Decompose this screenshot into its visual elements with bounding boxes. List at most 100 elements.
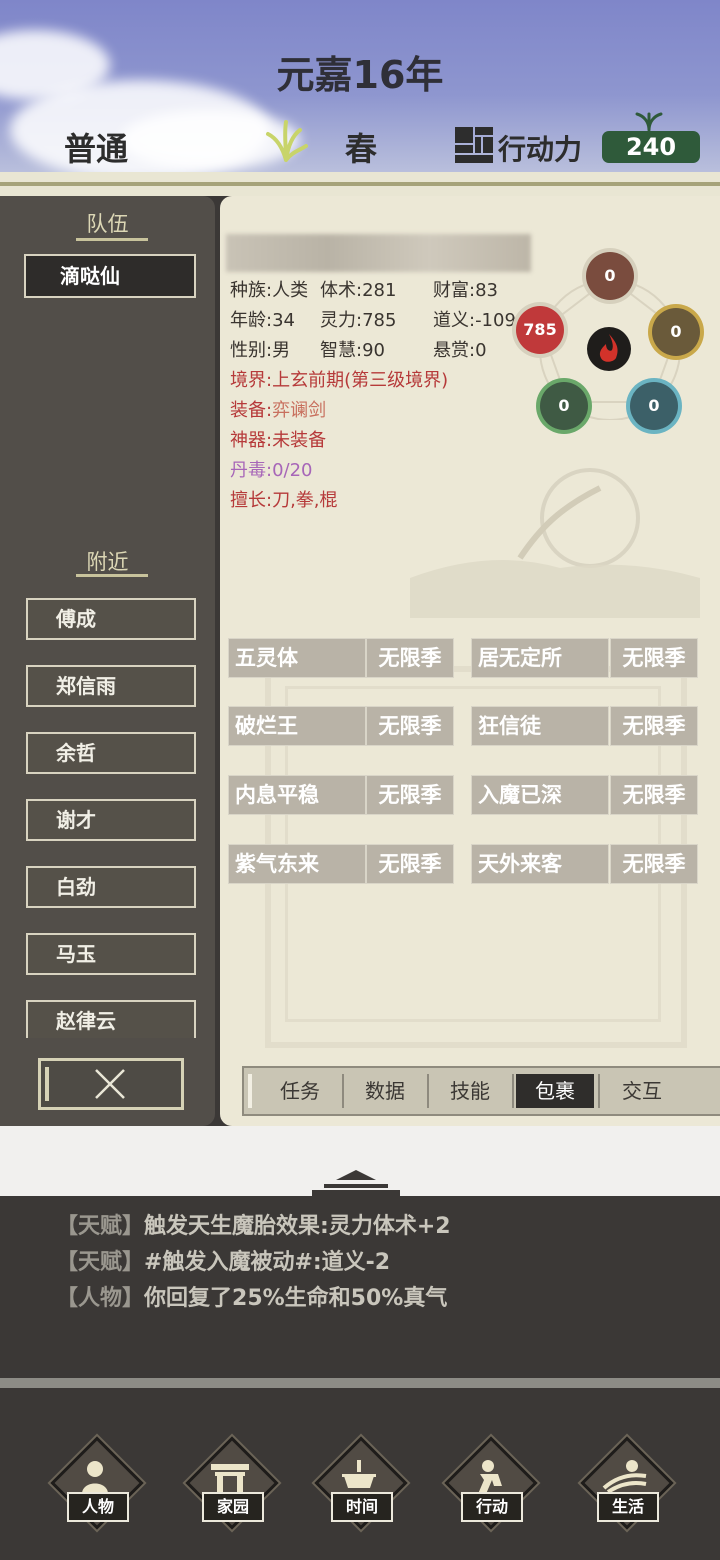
element-earth-icon[interactable]: 0 <box>586 252 634 300</box>
tab-tasks[interactable]: 任务 <box>260 1074 340 1108</box>
nav-life-button[interactable]: 生活 <box>580 1436 674 1530</box>
element-water-icon[interactable]: 0 <box>630 382 678 430</box>
log-entry: 【人物】你回复了25%生命和50%真气 <box>56 1280 447 1312</box>
team-section-title: 队伍 <box>86 212 129 236</box>
nearby-npc-name: 余哲 <box>56 741 96 765</box>
talent-duration: 无限季 <box>610 844 698 884</box>
year-title: 元嘉16年 <box>276 53 444 97</box>
talent-duration: 无限季 <box>610 638 698 678</box>
action-points-value: 240 <box>602 131 700 163</box>
action-points-icon <box>455 127 493 163</box>
nearby-section-title: 附近 <box>86 550 129 574</box>
talent-name[interactable]: 天外来客 <box>471 844 609 884</box>
log-tag: 【人物】 <box>56 1286 145 1311</box>
nearby-npc-button[interactable]: 谢才 <box>26 799 196 841</box>
talent-name[interactable]: 居无定所 <box>471 638 609 678</box>
talent-name[interactable]: 紫气东来 <box>228 844 366 884</box>
bounty-stat: 悬赏:0 <box>433 340 487 361</box>
equipment-value[interactable]: 弈谰剑 <box>272 400 326 421</box>
log-text: 你回复了25%生命和50%真气 <box>144 1286 448 1311</box>
tab-skills[interactable]: 技能 <box>429 1074 511 1108</box>
talent-name[interactable]: 破烂王 <box>228 706 366 746</box>
wisdom-stat: 智慧:90 <box>320 340 385 361</box>
nearby-npc-name: 白劲 <box>56 875 96 899</box>
talent-name[interactable]: 五灵体 <box>228 638 366 678</box>
nearby-npc-name: 马玉 <box>56 942 96 966</box>
realm-stat: 境界:上玄前期(第三级境界) <box>230 370 449 391</box>
age-stat: 年龄:34 <box>230 310 295 331</box>
top-header: 元嘉16年 普通 春 行动力 240 <box>0 0 720 172</box>
tab-inventory[interactable]: 包裹 <box>516 1074 594 1108</box>
talent-name[interactable]: 入魔已深 <box>471 775 609 815</box>
party-sidebar: 队伍 附近 <box>0 196 215 1126</box>
nearby-npc-button[interactable]: 马玉 <box>26 933 196 975</box>
pill-toxin-stat: 丹毒:0/20 <box>230 460 313 481</box>
artifact-stat: 神器:未装备 <box>230 430 327 451</box>
log-tag: 【天赋】 <box>56 1214 145 1239</box>
log-entry: 【天赋】#触发入魔被动#:道义-2 <box>56 1244 390 1276</box>
spirit-stat: 灵力:785 <box>320 310 397 331</box>
running-figure-icon <box>478 1460 502 1494</box>
nearby-npc-button[interactable]: 赵律云 <box>26 1000 196 1038</box>
element-wood-icon[interactable]: 0 <box>540 382 588 430</box>
element-metal-icon[interactable]: 0 <box>652 308 700 356</box>
team-title-underline <box>76 238 148 241</box>
incense-burner-icon <box>342 1460 376 1488</box>
tab-interact[interactable]: 交互 <box>600 1074 684 1108</box>
panel-top-border <box>0 172 720 196</box>
nearby-npc-name: 赵律云 <box>56 1009 116 1033</box>
season-label: 春 <box>345 130 378 168</box>
body-stat: 体术:281 <box>320 280 397 301</box>
nav-label: 家园 <box>202 1492 264 1522</box>
tab-bar-edge <box>248 1074 252 1108</box>
tab-separator <box>512 1074 514 1108</box>
talent-name[interactable]: 狂信徒 <box>471 706 609 746</box>
nav-label: 人物 <box>67 1492 129 1522</box>
race-stat: 种族:人类 <box>230 280 309 301</box>
talent-duration: 无限季 <box>610 706 698 746</box>
element-fire-icon[interactable]: 785 <box>516 306 564 354</box>
log-text: #触发入魔被动#:道义-2 <box>144 1250 391 1275</box>
nearby-npc-name: 傅成 <box>56 607 96 631</box>
talent-duration: 无限季 <box>366 844 454 884</box>
nav-action-button[interactable]: 行动 <box>444 1436 538 1530</box>
specialty-stat: 擅长:刀,拳,棍 <box>230 490 338 511</box>
season-plant-icon <box>266 120 308 162</box>
close-button[interactable] <box>38 1058 184 1110</box>
tab-data[interactable]: 数据 <box>344 1074 426 1108</box>
character-name-redacted <box>226 234 531 272</box>
collapse-arrow-icon[interactable] <box>310 1166 402 1196</box>
nearby-npc-name: 谢才 <box>56 808 96 832</box>
detail-tab-bar: 任务 数据 技能 包裹 交互 <box>242 1066 720 1116</box>
field-landscape-icon <box>602 1460 647 1492</box>
talent-duration: 无限季 <box>366 775 454 815</box>
nearby-npc-button[interactable]: 白劲 <box>26 866 196 908</box>
nav-character-button[interactable]: 人物 <box>50 1436 144 1530</box>
nearby-title-underline <box>76 574 148 577</box>
wealth-stat: 财富:83 <box>433 280 498 301</box>
difficulty-label: 普通 <box>64 130 129 168</box>
talent-name[interactable]: 内息平稳 <box>228 775 366 815</box>
talent-duration: 无限季 <box>366 638 454 678</box>
landscape-watermark <box>410 468 700 618</box>
nearby-npc-name: 郑信雨 <box>56 674 116 698</box>
nav-home-button[interactable]: 家园 <box>185 1436 279 1530</box>
nearby-npc-button[interactable]: 郑信雨 <box>26 665 196 707</box>
talent-duration: 无限季 <box>610 775 698 815</box>
equipment-stat: 装备:弈谰剑 <box>230 400 327 421</box>
log-text: 触发天生魔胎效果:灵力体术+2 <box>144 1214 451 1239</box>
flame-core-icon <box>587 327 631 371</box>
close-icon <box>95 1069 125 1099</box>
log-divider <box>0 1378 720 1388</box>
morality-stat: 道义:-109 <box>433 310 516 331</box>
log-tag: 【天赋】 <box>56 1250 145 1275</box>
team-member-button[interactable]: 滴哒仙 <box>24 254 196 298</box>
nearby-npc-button[interactable]: 傅成 <box>26 598 196 640</box>
event-log: 【天赋】触发天生魔胎效果:灵力体术+2 【天赋】#触发入魔被动#:道义-2 【人… <box>0 1196 720 1378</box>
log-entry: 【天赋】触发天生魔胎效果:灵力体术+2 <box>56 1208 451 1240</box>
nearby-npc-button[interactable]: 余哲 <box>26 732 196 774</box>
nav-time-button[interactable]: 时间 <box>314 1436 408 1530</box>
gender-stat: 性别:男 <box>230 340 291 361</box>
nav-label: 生活 <box>597 1492 659 1522</box>
gate-icon <box>211 1464 249 1494</box>
